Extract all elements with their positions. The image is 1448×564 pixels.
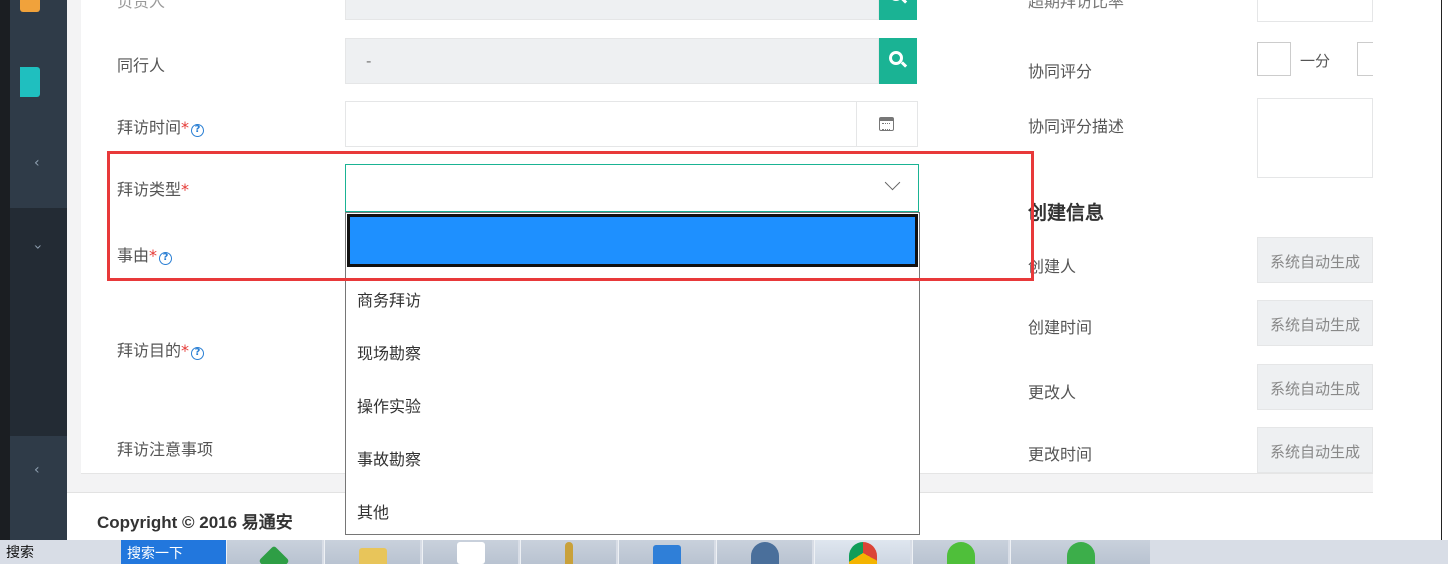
sidebar-submenu <box>10 208 67 436</box>
dropdown-option[interactable]: 现场勘察 <box>357 340 421 364</box>
taskbar-app-chrome[interactable] <box>814 540 910 564</box>
coop-desc-label: 协同评分描述 <box>1028 117 1125 136</box>
companion-field[interactable]: - <box>345 38 879 84</box>
search-icon <box>889 51 903 65</box>
visit-time-input[interactable] <box>345 101 857 147</box>
owner-field[interactable] <box>345 0 879 20</box>
sidebar-badge-teal[interactable] <box>20 67 40 97</box>
reason-label: 事由*? <box>117 242 173 266</box>
companion-value: - <box>366 52 372 70</box>
taskbar-app-amazon[interactable] <box>422 540 518 564</box>
calendar-icon <box>879 117 894 131</box>
taskbar-app-globe[interactable] <box>716 540 812 564</box>
visit-type-dropdown[interactable]: 商务拜访 现场勘察 操作实验 事故勘察 其他 <box>345 212 920 535</box>
created-time-field: 系统自动生成 <box>1257 300 1373 346</box>
help-icon[interactable]: ? <box>191 124 205 137</box>
help-icon[interactable]: ? <box>159 252 173 265</box>
dropdown-option[interactable]: 操作实验 <box>357 393 421 417</box>
modified-time-label: 更改时间 <box>1028 445 1093 464</box>
dropdown-option[interactable]: 其他 <box>357 499 389 523</box>
globe-icon <box>751 542 779 564</box>
amazon-icon <box>457 542 485 564</box>
purpose-label: 拜访目的*? <box>117 337 205 361</box>
coop-score-unit: 一分 <box>1300 52 1331 70</box>
owner-label: 负责人 <box>117 0 166 11</box>
taskbar-search-button[interactable]: 搜索一下 <box>121 540 226 564</box>
os-taskbar: 搜索 搜索一下 <box>0 540 1448 564</box>
creator-label: 创建人 <box>1028 257 1077 276</box>
calendar-button[interactable] <box>856 101 918 147</box>
window-edge <box>0 0 10 540</box>
coop-desc-textarea[interactable] <box>1257 98 1373 178</box>
copyright-text: Copyright © 2016 易通安 <box>97 513 293 532</box>
sidebar: ‹ ‹ ‹ <box>10 0 67 540</box>
dropdown-option[interactable]: 事故勘察 <box>357 446 421 470</box>
window-right-edge <box>1373 0 1448 540</box>
modified-time-field: 系统自动生成 <box>1257 427 1373 473</box>
tools-icon <box>565 542 573 564</box>
chevron-left-icon[interactable]: ‹ <box>34 156 40 170</box>
app-icon <box>1067 542 1095 564</box>
dropdown-option-empty-selected[interactable] <box>347 214 918 267</box>
owner-search-button[interactable] <box>879 0 917 20</box>
taskbar-app-blue[interactable] <box>618 540 714 564</box>
coop-score-checkbox-2[interactable] <box>1357 42 1373 76</box>
folder-icon <box>359 548 387 564</box>
coop-score-checkbox[interactable] <box>1257 42 1291 76</box>
search-icon <box>889 0 903 1</box>
notes-label: 拜访注意事项 <box>117 440 214 459</box>
help-icon[interactable]: ? <box>191 347 205 360</box>
taskbar-app-wechat[interactable] <box>912 540 1008 564</box>
taskbar-search-text[interactable]: 搜索 <box>6 542 34 562</box>
app-icon <box>653 545 681 564</box>
collapse-sidebar-icon[interactable]: ‹ <box>34 463 40 477</box>
visit-type-select[interactable] <box>345 164 919 212</box>
created-time-label: 创建时间 <box>1028 318 1093 337</box>
companion-search-button[interactable] <box>879 38 917 84</box>
taskbar-app-folder[interactable] <box>324 540 420 564</box>
chrome-icon <box>849 542 877 564</box>
coop-score-label: 协同评分 <box>1028 62 1093 81</box>
taskbar-app-green[interactable] <box>226 540 322 564</box>
section-title-create-info: 创建信息 <box>1028 202 1105 224</box>
taskbar-app-tools[interactable] <box>520 540 616 564</box>
taskbar-app-green-circle[interactable] <box>1010 540 1150 564</box>
visit-type-label: 拜访类型* <box>117 180 190 199</box>
wechat-icon <box>947 542 975 564</box>
visit-time-label: 拜访时间*? <box>117 114 205 138</box>
modifier-label: 更改人 <box>1028 383 1077 402</box>
overdue-rate-field[interactable] <box>1257 0 1373 22</box>
overdue-rate-label: 超期拜访比率 <box>1028 0 1125 11</box>
creator-field: 系统自动生成 <box>1257 237 1373 283</box>
modifier-field: 系统自动生成 <box>1257 364 1373 410</box>
app-icon <box>258 545 290 564</box>
sidebar-badge-orange[interactable] <box>20 0 40 12</box>
chevron-down-icon[interactable]: ‹ <box>30 244 46 250</box>
companion-label: 同行人 <box>117 56 166 75</box>
chevron-down-icon <box>884 174 901 191</box>
dropdown-option[interactable]: 商务拜访 <box>357 287 421 311</box>
